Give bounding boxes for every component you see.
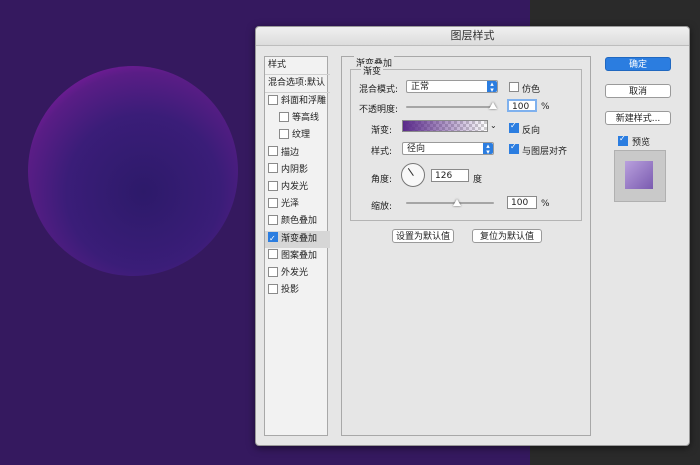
style-list-item[interactable]: 图案叠加 (265, 248, 330, 265)
ok-button[interactable]: 确定 (605, 57, 671, 71)
style-list-item[interactable]: 等高线 (265, 110, 341, 127)
style-checkbox[interactable] (279, 128, 289, 139)
style-list-item[interactable]: 投影 (265, 282, 330, 299)
gradient-dropdown-chevron-icon[interactable]: ⌄ (490, 121, 497, 130)
style-checkbox[interactable] (268, 283, 278, 294)
style-list-label: 图案叠加 (281, 250, 318, 261)
style-list-item[interactable]: 光泽 (265, 196, 330, 213)
style-list-label: 内阴影 (281, 164, 309, 175)
styles-header[interactable]: 样式 (265, 57, 330, 75)
style-list-item[interactable]: 渐变叠加 (265, 230, 330, 248)
blend-mode-select[interactable]: 正常 ▴ ▾ (406, 80, 498, 94)
style-checkbox[interactable] (268, 249, 278, 260)
style-checkbox[interactable] (268, 214, 278, 225)
chevron-updown-icon: ▴ ▾ (487, 81, 497, 94)
style-checkbox[interactable] (268, 180, 278, 191)
style-preview-swatch (614, 150, 666, 202)
new-style-button[interactable]: 新建样式... (605, 111, 671, 125)
style-list-item[interactable]: 内阴影 (265, 162, 330, 179)
opacity-slider-thumb[interactable] (489, 102, 497, 109)
style-checkbox[interactable] (279, 111, 289, 122)
opacity-label: 不透明度: (359, 105, 399, 115)
blend-mode-value: 正常 (411, 82, 430, 92)
opacity-slider[interactable] (406, 106, 494, 108)
style-list-item[interactable]: 斜面和浮雕 (265, 93, 330, 110)
style-list-label: 等高线 (292, 113, 320, 124)
style-checkbox[interactable] (268, 94, 278, 105)
gradient-section: 渐变 混合模式: 正常 ▴▾ 仿色 不透明度: 100 % 渐变: ⌄ 反向 样式… (350, 64, 582, 221)
purple-sphere-artwork (28, 66, 238, 276)
align-with-layer-checkbox[interactable] (509, 142, 519, 154)
style-list-label: 描边 (281, 147, 300, 158)
style-checkbox[interactable] (268, 163, 278, 174)
blending-options-header[interactable]: 混合选项:默认 (265, 75, 330, 93)
opacity-unit: % (541, 102, 550, 112)
style-list-label: 颜色叠加 (281, 216, 318, 227)
preview-checkbox[interactable] (618, 134, 628, 146)
opacity-input[interactable]: 100 (507, 99, 537, 112)
reset-default-button[interactable]: 复位为默认值 (472, 229, 542, 243)
style-value: 径向 (407, 144, 426, 154)
align-with-layer-label: 与图层对齐 (522, 147, 568, 157)
dither-checkbox[interactable] (509, 82, 519, 92)
style-checkbox[interactable] (268, 146, 278, 157)
style-list-label: 外发光 (281, 268, 309, 278)
scale-slider-thumb[interactable] (453, 199, 461, 206)
scale-slider[interactable] (406, 202, 494, 204)
style-list-item[interactable]: 内发光 (265, 179, 330, 196)
blend-mode-label: 混合模式: (359, 85, 399, 95)
style-list-label: 内发光 (281, 182, 309, 192)
scale-unit: % (541, 199, 550, 209)
preview-label: 预览 (632, 138, 651, 148)
scale-label: 缩放: (371, 202, 393, 212)
style-list-label: 斜面和浮雕 (281, 96, 327, 106)
angle-dial[interactable] (401, 163, 425, 187)
scale-input[interactable]: 100 (507, 196, 537, 209)
style-label: 样式: (371, 147, 393, 157)
chevron-updown-icon: ▴ ▾ (483, 143, 493, 156)
style-checkbox[interactable] (268, 231, 278, 247)
make-default-button[interactable]: 设置为默认值 (392, 229, 454, 243)
style-list-item[interactable]: 外发光 (265, 265, 330, 282)
angle-input[interactable]: 126 (431, 169, 469, 182)
preview-thumbnail (625, 161, 653, 189)
style-select[interactable]: 径向 ▴ ▾ (402, 142, 494, 156)
layer-style-dialog: 图层样式 样式 混合选项:默认 斜面和浮雕等高线纹理描边内阴影内发光光泽颜色叠加… (255, 26, 690, 446)
style-list-label: 纹理 (292, 130, 311, 141)
gradient-swatch[interactable] (402, 120, 488, 132)
angle-label: 角度: (371, 175, 393, 185)
style-checkbox[interactable] (268, 266, 278, 277)
dither-label: 仿色 (522, 85, 541, 95)
section-title: 渐变 (361, 64, 384, 77)
gradient-overlay-panel: 渐变叠加 渐变 混合模式: 正常▴▾ 仿色 不透明度: 100 % 渐变: ⌄ … (341, 56, 591, 436)
style-list-item[interactable]: 颜色叠加 (265, 213, 330, 230)
angle-needle (407, 168, 414, 176)
gradient-label: 渐变: (371, 126, 393, 136)
style-list-label: 投影 (281, 285, 300, 296)
style-list-label: 渐变叠加 (281, 233, 318, 244)
angle-unit: 度 (473, 175, 483, 185)
style-checkbox[interactable] (268, 197, 278, 208)
reverse-checkbox[interactable] (509, 121, 519, 133)
reverse-label: 反向 (522, 126, 541, 136)
style-list-label: 光泽 (281, 199, 300, 210)
style-list-item[interactable]: 纹理 (265, 127, 341, 144)
cancel-button[interactable]: 取消 (605, 84, 671, 98)
dialog-title: 图层样式 (256, 27, 689, 46)
style-list-item[interactable]: 描边 (265, 145, 330, 162)
style-list-panel: 样式 混合选项:默认 斜面和浮雕等高线纹理描边内阴影内发光光泽颜色叠加渐变叠加图… (264, 56, 330, 436)
